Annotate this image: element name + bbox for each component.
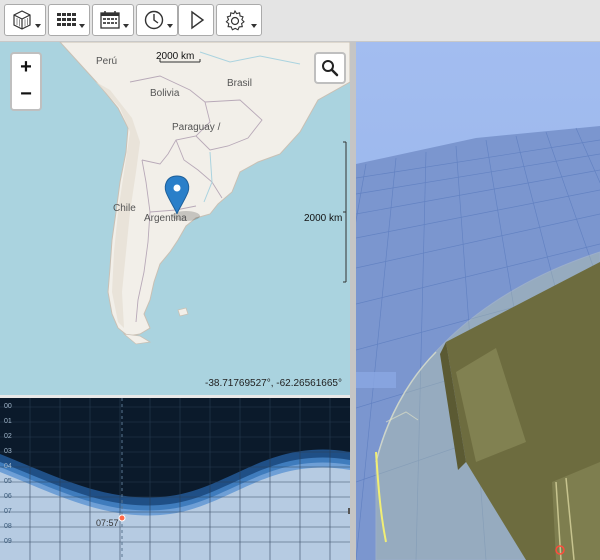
hour-label: 05 <box>4 478 12 485</box>
map-label-argentina: Argentina <box>144 213 187 224</box>
toolbar <box>0 0 600 42</box>
play-button[interactable] <box>178 4 214 36</box>
hour-label: 02 <box>4 433 12 440</box>
3d-scene <box>356 42 600 560</box>
search-icon <box>322 60 339 77</box>
cube-icon <box>13 10 31 30</box>
map-view[interactable]: Perú Bolivia Brasil Paraguay / Chile Arg… <box>0 42 350 395</box>
clock-button[interactable] <box>136 4 178 36</box>
grid-view-button[interactable] <box>48 4 90 36</box>
scale-label-vertical: 2000 km <box>304 213 343 224</box>
hour-label: 06 <box>4 493 12 500</box>
map-label-peru: Perú <box>96 56 118 67</box>
3d-view[interactable] <box>356 42 600 560</box>
clock-icon <box>144 10 164 30</box>
calendar-button[interactable] <box>92 4 134 36</box>
hour-label: 03 <box>4 448 12 455</box>
map-label-brasil: Brasil <box>227 78 253 89</box>
map-search-button[interactable] <box>314 52 346 84</box>
coordinate-readout: -38.71769527°, -62.26561665° <box>204 378 342 389</box>
hour-label: 07 <box>4 508 12 515</box>
zoom-out-button[interactable]: − <box>10 81 42 111</box>
hour-label: 09 <box>4 538 12 545</box>
sunrise-time-label: 07:57 <box>96 518 119 528</box>
grid-icon <box>57 13 76 26</box>
hour-label: 00 <box>4 403 12 410</box>
settings-button[interactable] <box>216 4 262 36</box>
calendar-icon <box>100 11 120 29</box>
zoom-in-button[interactable]: + <box>10 52 42 83</box>
sun-timeline-graph <box>0 398 350 560</box>
hour-label: 01 <box>4 418 12 425</box>
sun-timeline[interactable]: 00 01 02 03 04 05 06 07 08 09 07:57 <box>0 398 350 560</box>
hour-label: 04 <box>4 463 12 470</box>
cube-view-button[interactable] <box>4 4 46 36</box>
map-label-paraguay: Paraguay / <box>172 122 221 133</box>
map-label-chile: Chile <box>113 203 136 214</box>
gear-icon <box>225 9 245 31</box>
hour-label: 08 <box>4 523 12 530</box>
map-label-bolivia: Bolivia <box>150 88 180 99</box>
play-icon <box>191 10 205 30</box>
scale-label-horizontal: 2000 km <box>156 51 195 62</box>
